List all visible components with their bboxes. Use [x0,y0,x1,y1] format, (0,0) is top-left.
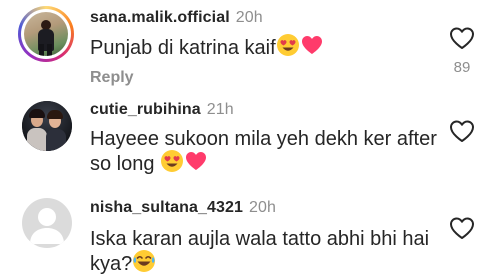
heart-emoji [184,149,208,180]
username-text[interactable]: sana.malik.official [90,9,230,26]
like-count: 89 [453,59,471,76]
comment-item: cutie_rubihina 21h Hayeee sukoon mila yeh… [0,95,500,190]
avatar[interactable] [18,6,74,62]
comment-text-content: so long [90,153,155,175]
timestamp: 21h [206,101,234,118]
heart-eyes-emoji [160,149,184,180]
avatar[interactable] [22,101,72,151]
comment-item: sana.malik.official 20h Punjab di katrina… [0,0,500,95]
heart-outline-icon [450,27,474,49]
heart-emoji [300,33,324,64]
username-text[interactable]: cutie_rubihina [90,101,201,118]
default-avatar[interactable] [22,198,72,248]
username[interactable]: sana.malik.official 20h [90,9,263,27]
comment-text-content: Punjab di katrina kaif [90,37,276,59]
username-text[interactable]: nisha_sultana_4321 [90,199,243,216]
laughing-tears-emoji [132,249,156,280]
like-button[interactable] [449,26,475,50]
timestamp: 20h [249,199,276,216]
comment-item: nisha_sultana_4321 20h Iska karan aujla w… [0,190,500,280]
reply-button[interactable]: Reply [90,69,134,87]
timestamp: 20h [235,9,263,26]
comment-text-line-2: kya? [90,249,156,280]
comment-text-line-2: so long [90,149,208,180]
like-button[interactable] [449,119,475,143]
user-silhouette-icon [30,208,64,244]
comment-text: Punjab di katrina kaif [90,33,324,64]
like-button[interactable] [449,216,475,240]
comment-text-content: kya? [90,253,133,275]
username[interactable]: cutie_rubihina 21h [90,101,234,119]
heart-outline-icon [450,120,474,142]
heart-outline-icon [450,217,474,239]
heart-eyes-emoji [276,33,300,64]
username[interactable]: nisha_sultana_4321 20h [90,199,276,217]
